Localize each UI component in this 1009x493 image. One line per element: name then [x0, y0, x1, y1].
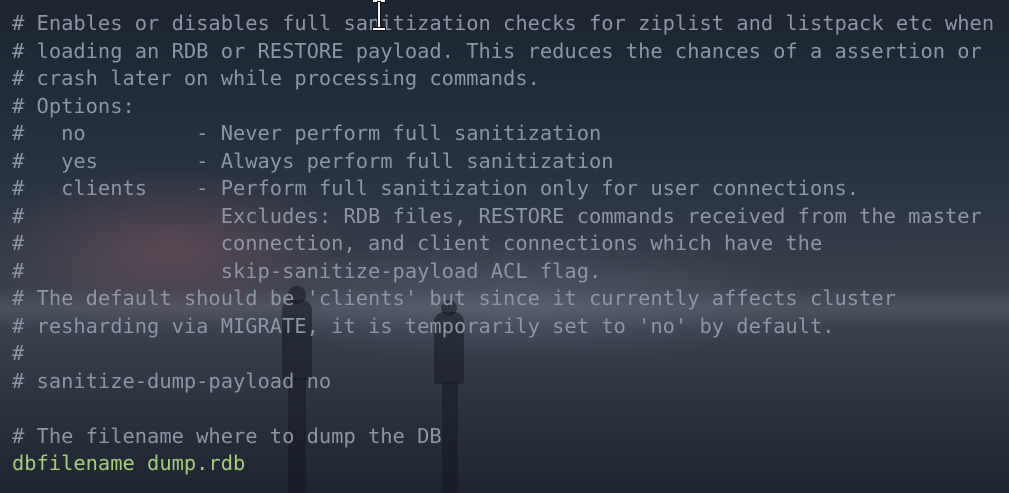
editor-line[interactable]: # clients - Perform full sanitization on…: [0, 175, 1009, 203]
editor-line[interactable]: # Excludes: RDB files, RESTORE commands …: [0, 203, 1009, 231]
editor-line[interactable]: # sanitize-dump-payload no: [0, 368, 1009, 396]
editor-line[interactable]: # The default should be 'clients' but si…: [0, 285, 1009, 313]
terminal-editor-text-area[interactable]: # Enables or disables full sanitization …: [0, 10, 1009, 478]
editor-line[interactable]: # crash later on while processing comman…: [0, 65, 1009, 93]
editor-line[interactable]: # Enables or disables full sanitization …: [0, 10, 1009, 38]
editor-line[interactable]: # Options:: [0, 93, 1009, 121]
editor-line[interactable]: # The filename where to dump the DB: [0, 423, 1009, 451]
editor-line[interactable]: # skip-sanitize-payload ACL flag.: [0, 258, 1009, 286]
editor-line-dbfilename[interactable]: dbfilename dump.rdb: [0, 450, 1009, 478]
editor-line[interactable]: # yes - Always perform full sanitization: [0, 148, 1009, 176]
editor-line-blank[interactable]: [0, 395, 1009, 423]
editor-line[interactable]: # no - Never perform full sanitization: [0, 120, 1009, 148]
editor-line[interactable]: # loading an RDB or RESTORE payload. Thi…: [0, 38, 1009, 66]
text-cursor-ibeam-icon: [372, 0, 386, 30]
editor-line[interactable]: # resharding via MIGRATE, it is temporar…: [0, 313, 1009, 341]
editor-line[interactable]: # connection, and client connections whi…: [0, 230, 1009, 258]
editor-line[interactable]: #: [0, 340, 1009, 368]
